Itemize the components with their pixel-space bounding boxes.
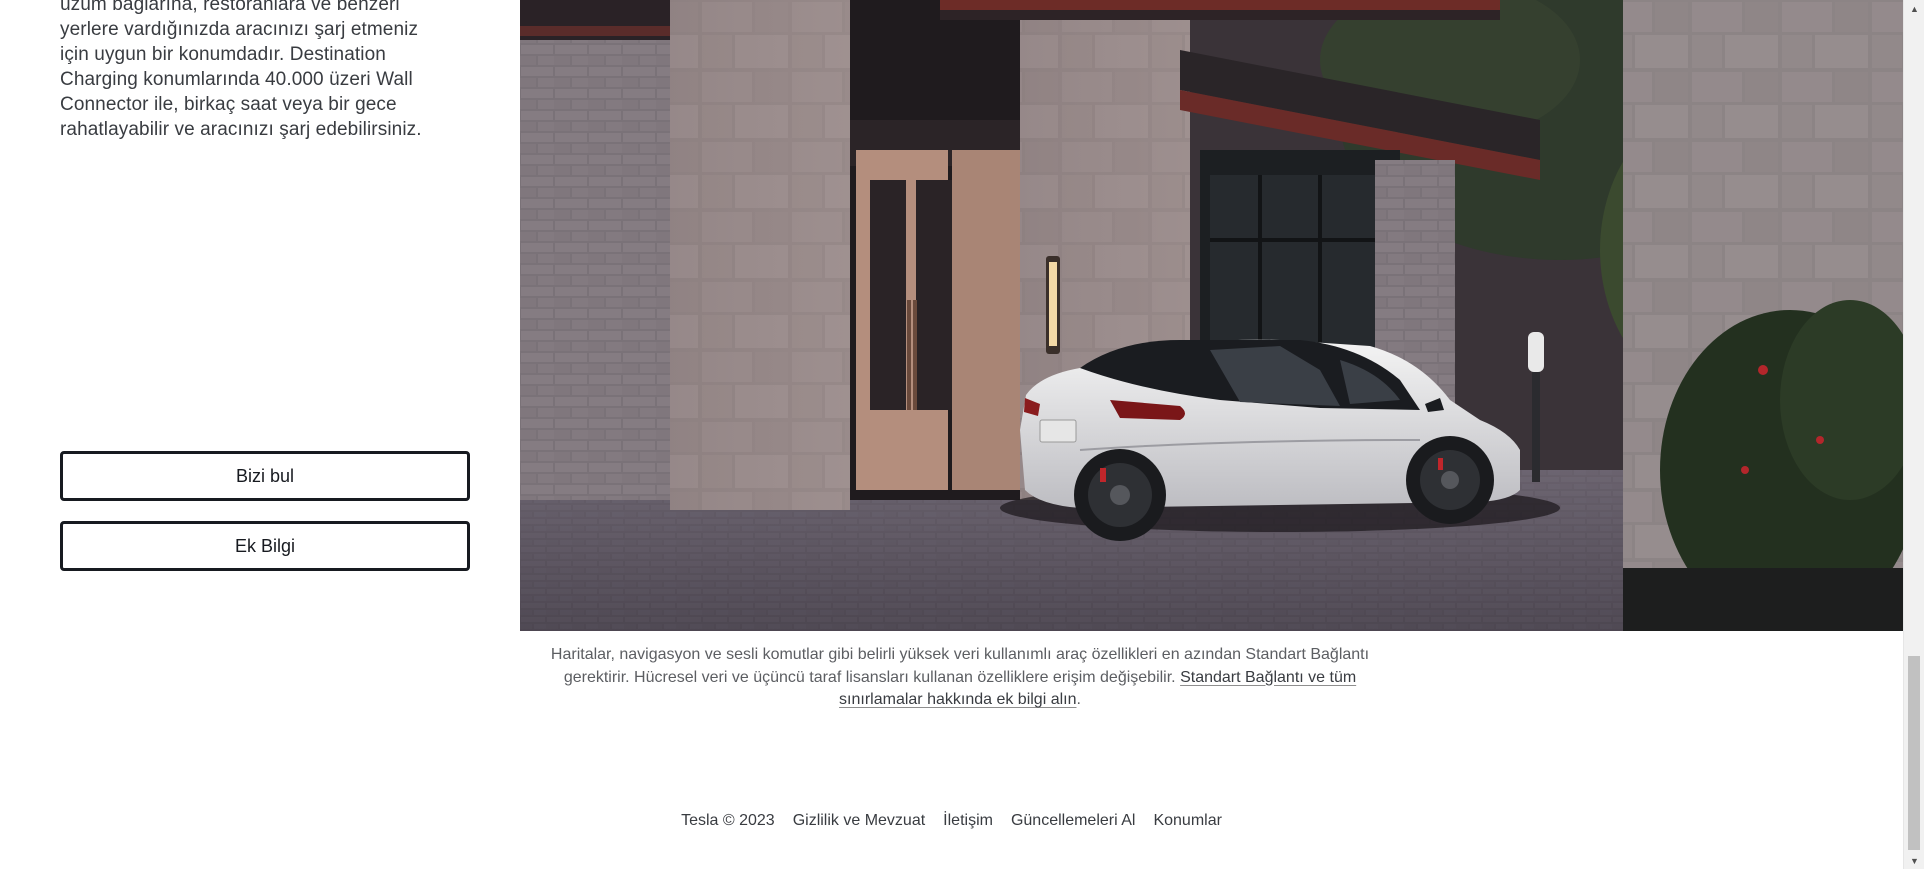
- footer-copyright: Tesla © 2023: [681, 812, 775, 829]
- description-line: yerlere vardığınızda aracınızı şarj etme…: [60, 19, 419, 40]
- page-scrollbar[interactable]: ▲ ▼: [1903, 0, 1924, 869]
- footer-link-locations[interactable]: Konumlar: [1153, 812, 1221, 830]
- scroll-down-arrow-icon[interactable]: ▼: [1904, 852, 1924, 869]
- hero-image-white-car-destination-charging: [520, 0, 1903, 631]
- scrollbar-thumb[interactable]: [1908, 656, 1920, 850]
- description-line: için uygun bir konumdadır. Destination: [60, 44, 386, 65]
- description-line: Connector ile, birkaç saat veya bir gece: [60, 94, 397, 115]
- connectivity-disclaimer: Haritalar, navigasyon ve sesli komutlar …: [520, 644, 1400, 712]
- disclaimer-period: .: [1076, 691, 1081, 708]
- site-footer: Tesla © 2023 Gizlilik ve Mevzuat İletişi…: [0, 812, 1903, 830]
- more-info-button[interactable]: Ek Bilgi: [60, 521, 470, 571]
- footer-link-privacy[interactable]: Gizlilik ve Mevzuat: [793, 812, 925, 830]
- scroll-up-arrow-icon[interactable]: ▲: [1904, 0, 1924, 17]
- find-us-button[interactable]: Bizi bul: [60, 451, 470, 501]
- description-line: rahatlayabilir ve aracınızı şarj edebili…: [60, 119, 422, 140]
- footer-link-contact[interactable]: İletişim: [943, 812, 993, 830]
- destination-charging-description: üzüm bağlarına, restoranlara ve benzeri …: [60, 0, 472, 142]
- description-line: Charging konumlarında 40.000 üzeri Wall: [60, 69, 413, 90]
- description-line: üzüm bağlarına, restoranlara ve benzeri: [60, 0, 400, 15]
- footer-link-get-updates[interactable]: Güncellemeleri Al: [1011, 812, 1136, 830]
